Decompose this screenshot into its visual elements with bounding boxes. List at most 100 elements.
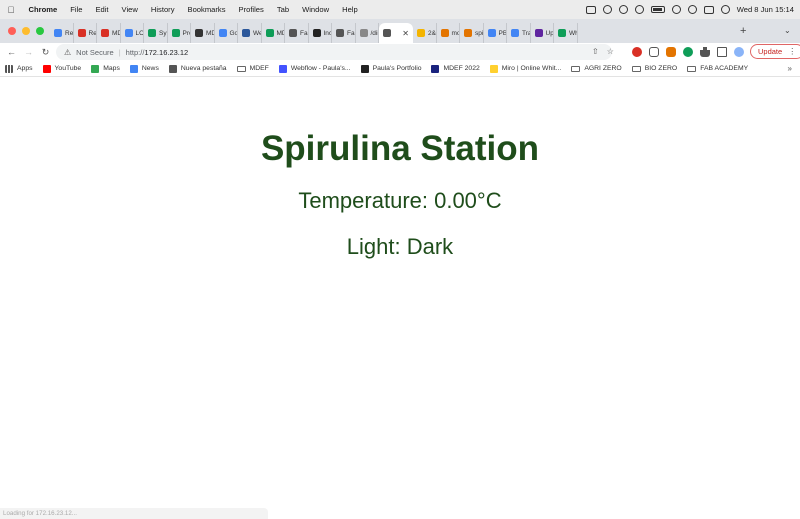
menu-tab[interactable]: Tab [270,5,295,14]
menu-edit[interactable]: Edit [89,5,115,14]
tab[interactable]: Go [215,23,238,43]
tab-favicon-icon [171,29,180,37]
more-options-icon[interactable]: ⋮ [788,47,796,56]
tab-favicon-icon [440,29,449,37]
back-arrow-icon[interactable]: ← [3,47,20,57]
share-icon[interactable]: ⇧ [592,47,599,56]
tab[interactable]: MD [262,23,285,43]
tab-favicon-icon [148,29,156,37]
window-controls [8,27,44,35]
bookmark-label: Nueva pestaña [180,65,227,72]
reload-icon[interactable]: ↻ [37,47,54,58]
menu-help[interactable]: Help [336,5,365,14]
spotlight-search-icon[interactable] [687,5,697,14]
bookmark-item[interactable]: Paula's Portfolio [356,64,427,73]
battery-icon[interactable] [650,6,665,13]
minimize-window-button[interactable] [22,27,30,35]
bookmark-item[interactable]: Apps [0,64,38,73]
menu-view[interactable]: View [115,5,144,14]
tab[interactable]: Up [531,23,554,43]
play-icon[interactable] [618,5,628,14]
apple-icon[interactable]:  [0,5,22,15]
screen-icon[interactable] [585,5,596,14]
menu-profiles[interactable]: Profiles [232,5,270,14]
tab[interactable]: PB [484,23,507,43]
bookmark-item[interactable]: AGRI ZERO [566,65,626,72]
bookmark-item[interactable]: Webflow - Paula's... [274,64,356,73]
warning-triangle-icon[interactable]: ⚠ [64,48,71,57]
creative-cloud-icon[interactable] [602,5,612,14]
profile-avatar[interactable] [734,47,744,57]
tab[interactable]: MD [97,23,121,43]
extension-orange-icon[interactable] [666,47,676,57]
address-bar[interactable]: ⚠ Not Secure | http:// 172.16.23.12 [56,44,612,60]
tab-label: MD [206,29,214,37]
bookmark-label: Webflow - Paula's... [290,65,351,72]
bookmark-label: MDEF [249,65,269,72]
tab-label: PB [498,29,507,37]
tab[interactable]: Sy [144,23,168,43]
tab[interactable]: Pro [168,23,191,43]
bookmark-item[interactable]: FAB ACADEMY [682,65,753,72]
tab[interactable]: 2& [413,23,437,43]
tab[interactable]: Re [74,23,97,43]
bookmark-item[interactable]: MDEF [232,65,274,72]
tab-favicon-icon [511,29,519,37]
tab[interactable]: /dii [356,23,379,43]
bookmark-item[interactable]: Nueva pestaña [164,64,232,73]
tab[interactable]: mo [437,23,460,43]
bookmark-item[interactable]: BIO ZERO [627,65,682,72]
tab[interactable]: spi [460,23,484,43]
bookmark-item[interactable]: Miro | Online Whit... [485,64,567,73]
tab[interactable]: Wh [554,23,578,43]
fullscreen-window-button[interactable] [36,27,44,35]
tab-favicon-icon [101,29,109,37]
forward-arrow-icon[interactable]: → [20,47,37,57]
tab[interactable]: Fab [285,23,309,43]
menu-bar-clock[interactable]: Wed 8 Jun 15:14 [737,5,794,14]
tab-favicon-icon [289,29,297,37]
side-panel-icon[interactable] [717,47,727,57]
close-window-button[interactable] [8,27,16,35]
tab-search-chevron-icon[interactable]: ⌄ [784,26,791,35]
security-label[interactable]: Not Secure [76,48,114,57]
tab-close-icon[interactable]: ✕ [402,29,409,38]
menu-window[interactable]: Window [296,5,336,14]
bookmark-star-icon[interactable]: ☆ [607,47,614,56]
tab[interactable]: LO [121,23,144,43]
tab[interactable]: Fab [332,23,356,43]
control-center-icon[interactable] [703,5,714,14]
tab-active[interactable]: ✕ [379,23,413,43]
bluetooth-icon[interactable] [634,5,644,14]
bookmark-item[interactable]: News [125,64,164,73]
page-viewport: Spirulina Station Temperature: 0.00°C Li… [0,77,800,519]
menu-bookmarks[interactable]: Bookmarks [181,5,232,14]
siri-icon[interactable] [720,5,730,14]
tab[interactable]: MD [191,23,215,43]
bookmark-favicon-icon [360,64,369,73]
menu-file[interactable]: File [64,5,89,14]
adblock-extension-icon[interactable] [632,47,642,57]
tab[interactable]: Tra [507,23,531,43]
bookmarks-overflow-icon[interactable]: » [788,64,792,73]
bookmark-item[interactable]: Maps [86,64,125,73]
grammarly-extension-icon[interactable] [683,47,693,57]
wifi-icon[interactable] [671,5,681,14]
new-tab-button[interactable]: + [740,25,746,37]
tab-label: LO [135,29,144,37]
update-button[interactable]: Update ⋮ [750,44,800,59]
folder-icon [236,65,246,72]
menu-app-name[interactable]: Chrome [22,5,64,14]
bookmark-item[interactable]: YouTube [38,64,87,73]
bookmark-label: FAB ACADEMY [700,65,749,72]
extensions-puzzle-icon[interactable] [700,47,710,57]
tab[interactable]: We [238,23,262,43]
camera-extension-icon[interactable] [649,47,659,57]
menu-bar-status-area: Wed 8 Jun 15:14 [585,0,794,19]
tab-label: We [253,29,261,37]
menu-history[interactable]: History [144,5,181,14]
bookmark-item[interactable]: MDEF 2022 [426,64,484,73]
tab-favicon-icon [218,29,227,37]
tab[interactable]: Re [50,23,74,43]
tab[interactable]: Inci [309,23,332,43]
